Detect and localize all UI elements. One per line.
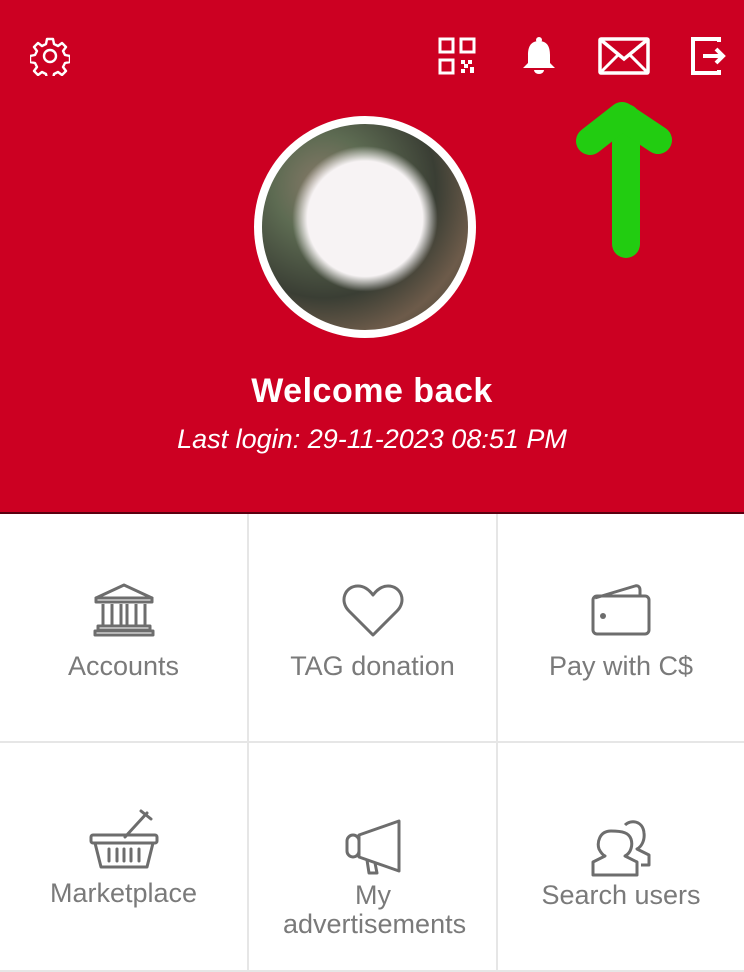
welcome-title: Welcome back (251, 372, 493, 410)
last-login-text: Last login: 29-11-2023 08:51 PM (177, 424, 567, 454)
logout-icon[interactable] (689, 36, 729, 76)
menu-item-marketplace[interactable]: Marketplace (0, 743, 249, 972)
menu-item-label: Pay with C$ (548, 651, 694, 681)
menu-item-pay-with-cs[interactable]: Pay with C$ (498, 514, 744, 743)
profile-photo (262, 124, 468, 330)
envelope-icon[interactable] (598, 37, 650, 75)
menu-item-label: Accounts (67, 651, 180, 681)
megaphone-icon (249, 819, 496, 875)
basket-icon (0, 809, 247, 871)
bell-icon[interactable] (519, 35, 559, 75)
bank-icon (0, 582, 247, 638)
menu-item-label: Search users (541, 880, 701, 910)
users-icon (498, 819, 744, 877)
header-bar: Welcome back Last login: 29-11-2023 08:5… (0, 0, 744, 514)
profile-avatar[interactable] (254, 116, 476, 338)
menu-item-tag-donation[interactable]: TAG donation (249, 514, 498, 743)
menu-grid: Accounts TAG donation Pay with C$ Market… (0, 514, 744, 972)
menu-item-label: TAG donation (290, 651, 455, 681)
annotation-arrow (576, 102, 672, 258)
menu-item-search-users[interactable]: Search users (498, 743, 744, 972)
menu-item-label: Marketplace (49, 878, 198, 908)
menu-item-label: My advertisements (283, 880, 467, 939)
heart-icon (249, 582, 496, 638)
menu-item-my-advertisements[interactable]: My advertisements (249, 743, 498, 972)
qr-code-icon[interactable] (437, 36, 477, 76)
menu-item-accounts[interactable]: Accounts (0, 514, 249, 743)
settings-gear-icon[interactable] (30, 36, 70, 76)
wallet-icon (498, 582, 744, 640)
